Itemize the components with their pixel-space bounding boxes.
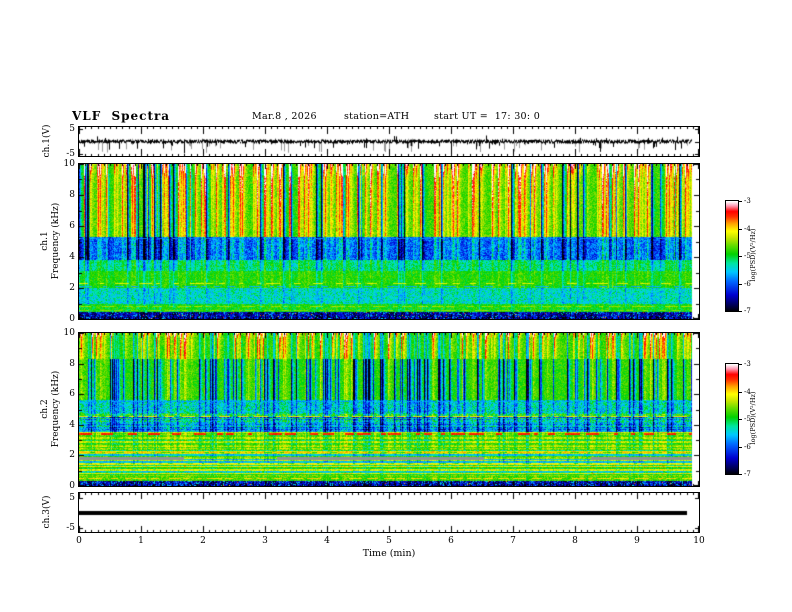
ch1-waveform-plot xyxy=(78,126,700,157)
vlf-spectra-figure: VLF Spectra Mar.8 , 2026 station=ATH sta… xyxy=(0,0,792,612)
ch2-spec-tick-label: 10 xyxy=(63,328,75,338)
colorbar-tick-label: -3 xyxy=(744,197,751,205)
ch2-label: ch.2 xyxy=(40,399,50,419)
time-axis-label: Time (min) xyxy=(362,548,416,559)
figure-title: VLF Spectra xyxy=(72,109,171,123)
ch1-label: ch.1 xyxy=(40,231,50,251)
colorbar-tick-mark xyxy=(739,419,742,420)
colorbar-tick-label: -5 xyxy=(744,415,751,423)
ch1-spectrogram-plot xyxy=(78,163,700,320)
colorbar-tick-label: -3 xyxy=(744,360,751,368)
ch1-spec-tick-label: 4 xyxy=(69,252,75,262)
ch2-spectrogram-canvas xyxy=(79,333,699,486)
colorbar-tick-label: -5 xyxy=(744,252,751,260)
ch3-wave-tick-label: 5 xyxy=(69,492,75,503)
colorbar-tick-mark xyxy=(739,392,742,393)
colorbar-ch2 xyxy=(725,363,739,475)
time-tick-label: 5 xyxy=(386,536,392,546)
colorbar-tick-label: -6 xyxy=(744,279,751,288)
colorbar-tick-mark xyxy=(739,364,742,365)
colorbar-ch2-canvas xyxy=(726,364,738,474)
colorbar-tick-mark xyxy=(739,229,742,230)
ch2-spectrogram-plot xyxy=(78,332,700,487)
ch1-spec-tick-label: 2 xyxy=(69,283,75,293)
colorbar-tick-label: -7 xyxy=(744,307,751,315)
time-tick-label: 9 xyxy=(634,536,640,546)
ch1-spec-tick-label: 0 xyxy=(69,314,75,324)
colorbar-tick-mark xyxy=(739,256,742,257)
colorbar-tick-label: -6 xyxy=(744,442,751,451)
colorbar-tick-label: -4 xyxy=(744,224,751,233)
colorbar-tick-mark xyxy=(739,474,742,475)
time-tick-label: 8 xyxy=(572,536,578,546)
time-tick-label: 1 xyxy=(138,536,144,546)
date-label: Mar.8 , 2026 xyxy=(252,111,317,122)
ch1-spec-tick-label: 6 xyxy=(69,221,75,231)
ch3-waveform-canvas xyxy=(79,493,699,532)
ch3-wave-tick-label: -5 xyxy=(66,522,75,533)
colorbar-tick-label: -4 xyxy=(744,387,751,396)
ch2-spec-tick-label: 0 xyxy=(69,481,75,491)
ch2-spec-tick-label: 4 xyxy=(69,419,75,430)
ch1-spectrogram-canvas xyxy=(79,164,699,319)
colorbar-tick-mark xyxy=(739,201,742,202)
colorbar-ch1 xyxy=(725,200,739,312)
time-tick-label: 10 xyxy=(693,536,705,546)
ch1-frequency-unit-label: Frequency (kHz) xyxy=(51,202,61,280)
ch2-frequency-unit-label: Frequency (kHz) xyxy=(51,370,61,448)
colorbar-tick-mark xyxy=(739,311,742,312)
time-tick-label: 2 xyxy=(200,536,206,546)
ch1-spec-tick-label: 10 xyxy=(63,159,75,169)
colorbar-tick-mark xyxy=(739,284,742,285)
ch1-voltage-axis-label: ch.1(V) xyxy=(42,124,52,158)
colorbar-tick-label: -7 xyxy=(744,470,751,478)
time-tick-label: 4 xyxy=(324,536,330,546)
colorbar-ch1-canvas xyxy=(726,201,738,311)
ch1-wave-tick-label: 5 xyxy=(69,124,75,134)
ch1-waveform-canvas xyxy=(79,127,699,156)
ch1-spec-tick-label: 8 xyxy=(69,190,75,200)
ch3-waveform-plot xyxy=(78,492,700,533)
ch2-spec-tick-label: 8 xyxy=(69,358,75,369)
ch2-spec-tick-label: 2 xyxy=(69,450,75,461)
time-tick-label: 3 xyxy=(262,536,268,546)
time-tick-label: 0 xyxy=(76,536,82,546)
time-tick-label: 7 xyxy=(510,536,516,546)
start-ut-label: start UT = 17: 30: 0 xyxy=(434,111,541,122)
station-label: station=ATH xyxy=(344,111,410,122)
ch2-spec-tick-label: 6 xyxy=(69,389,75,400)
colorbar-tick-mark xyxy=(739,447,742,448)
ch1-wave-tick-label: -5 xyxy=(66,149,75,159)
time-tick-label: 6 xyxy=(448,536,454,546)
